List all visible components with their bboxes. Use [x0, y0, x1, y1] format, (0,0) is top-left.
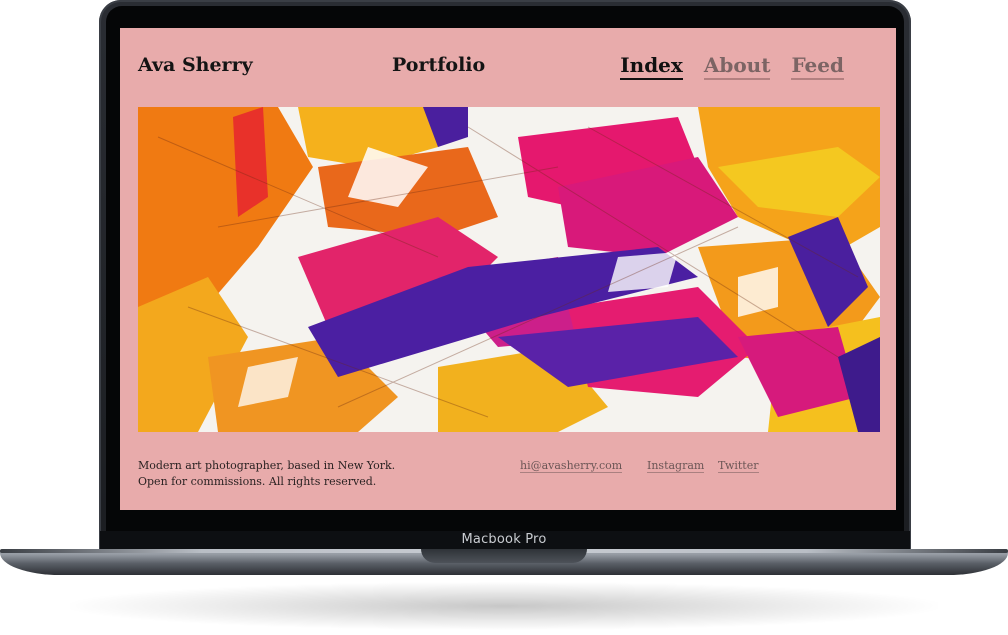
email-link[interactable]: hi@avasherry.com — [520, 460, 623, 473]
laptop-shadow — [70, 582, 938, 630]
page-title: Portfolio — [392, 54, 486, 76]
nav-link-about[interactable]: About — [703, 53, 771, 80]
instagram-link[interactable]: Instagram — [647, 460, 705, 473]
abstract-painting-artwork — [138, 107, 880, 432]
website-screen: Ava Sherry Portfolio Index About Feed Mo… — [120, 28, 896, 510]
nav-link-feed[interactable]: Feed — [791, 53, 844, 80]
device-label: Macbook Pro — [461, 532, 547, 547]
hero-image — [138, 107, 880, 432]
footer-bio: Modern art photographer, based in New Yo… — [138, 459, 396, 488]
laptop-notch — [421, 549, 587, 563]
site-name-link[interactable]: Ava Sherry — [138, 54, 253, 76]
main-nav: Index About Feed — [620, 53, 844, 80]
nav-link-index[interactable]: Index — [620, 53, 683, 80]
twitter-link[interactable]: Twitter — [718, 460, 759, 473]
